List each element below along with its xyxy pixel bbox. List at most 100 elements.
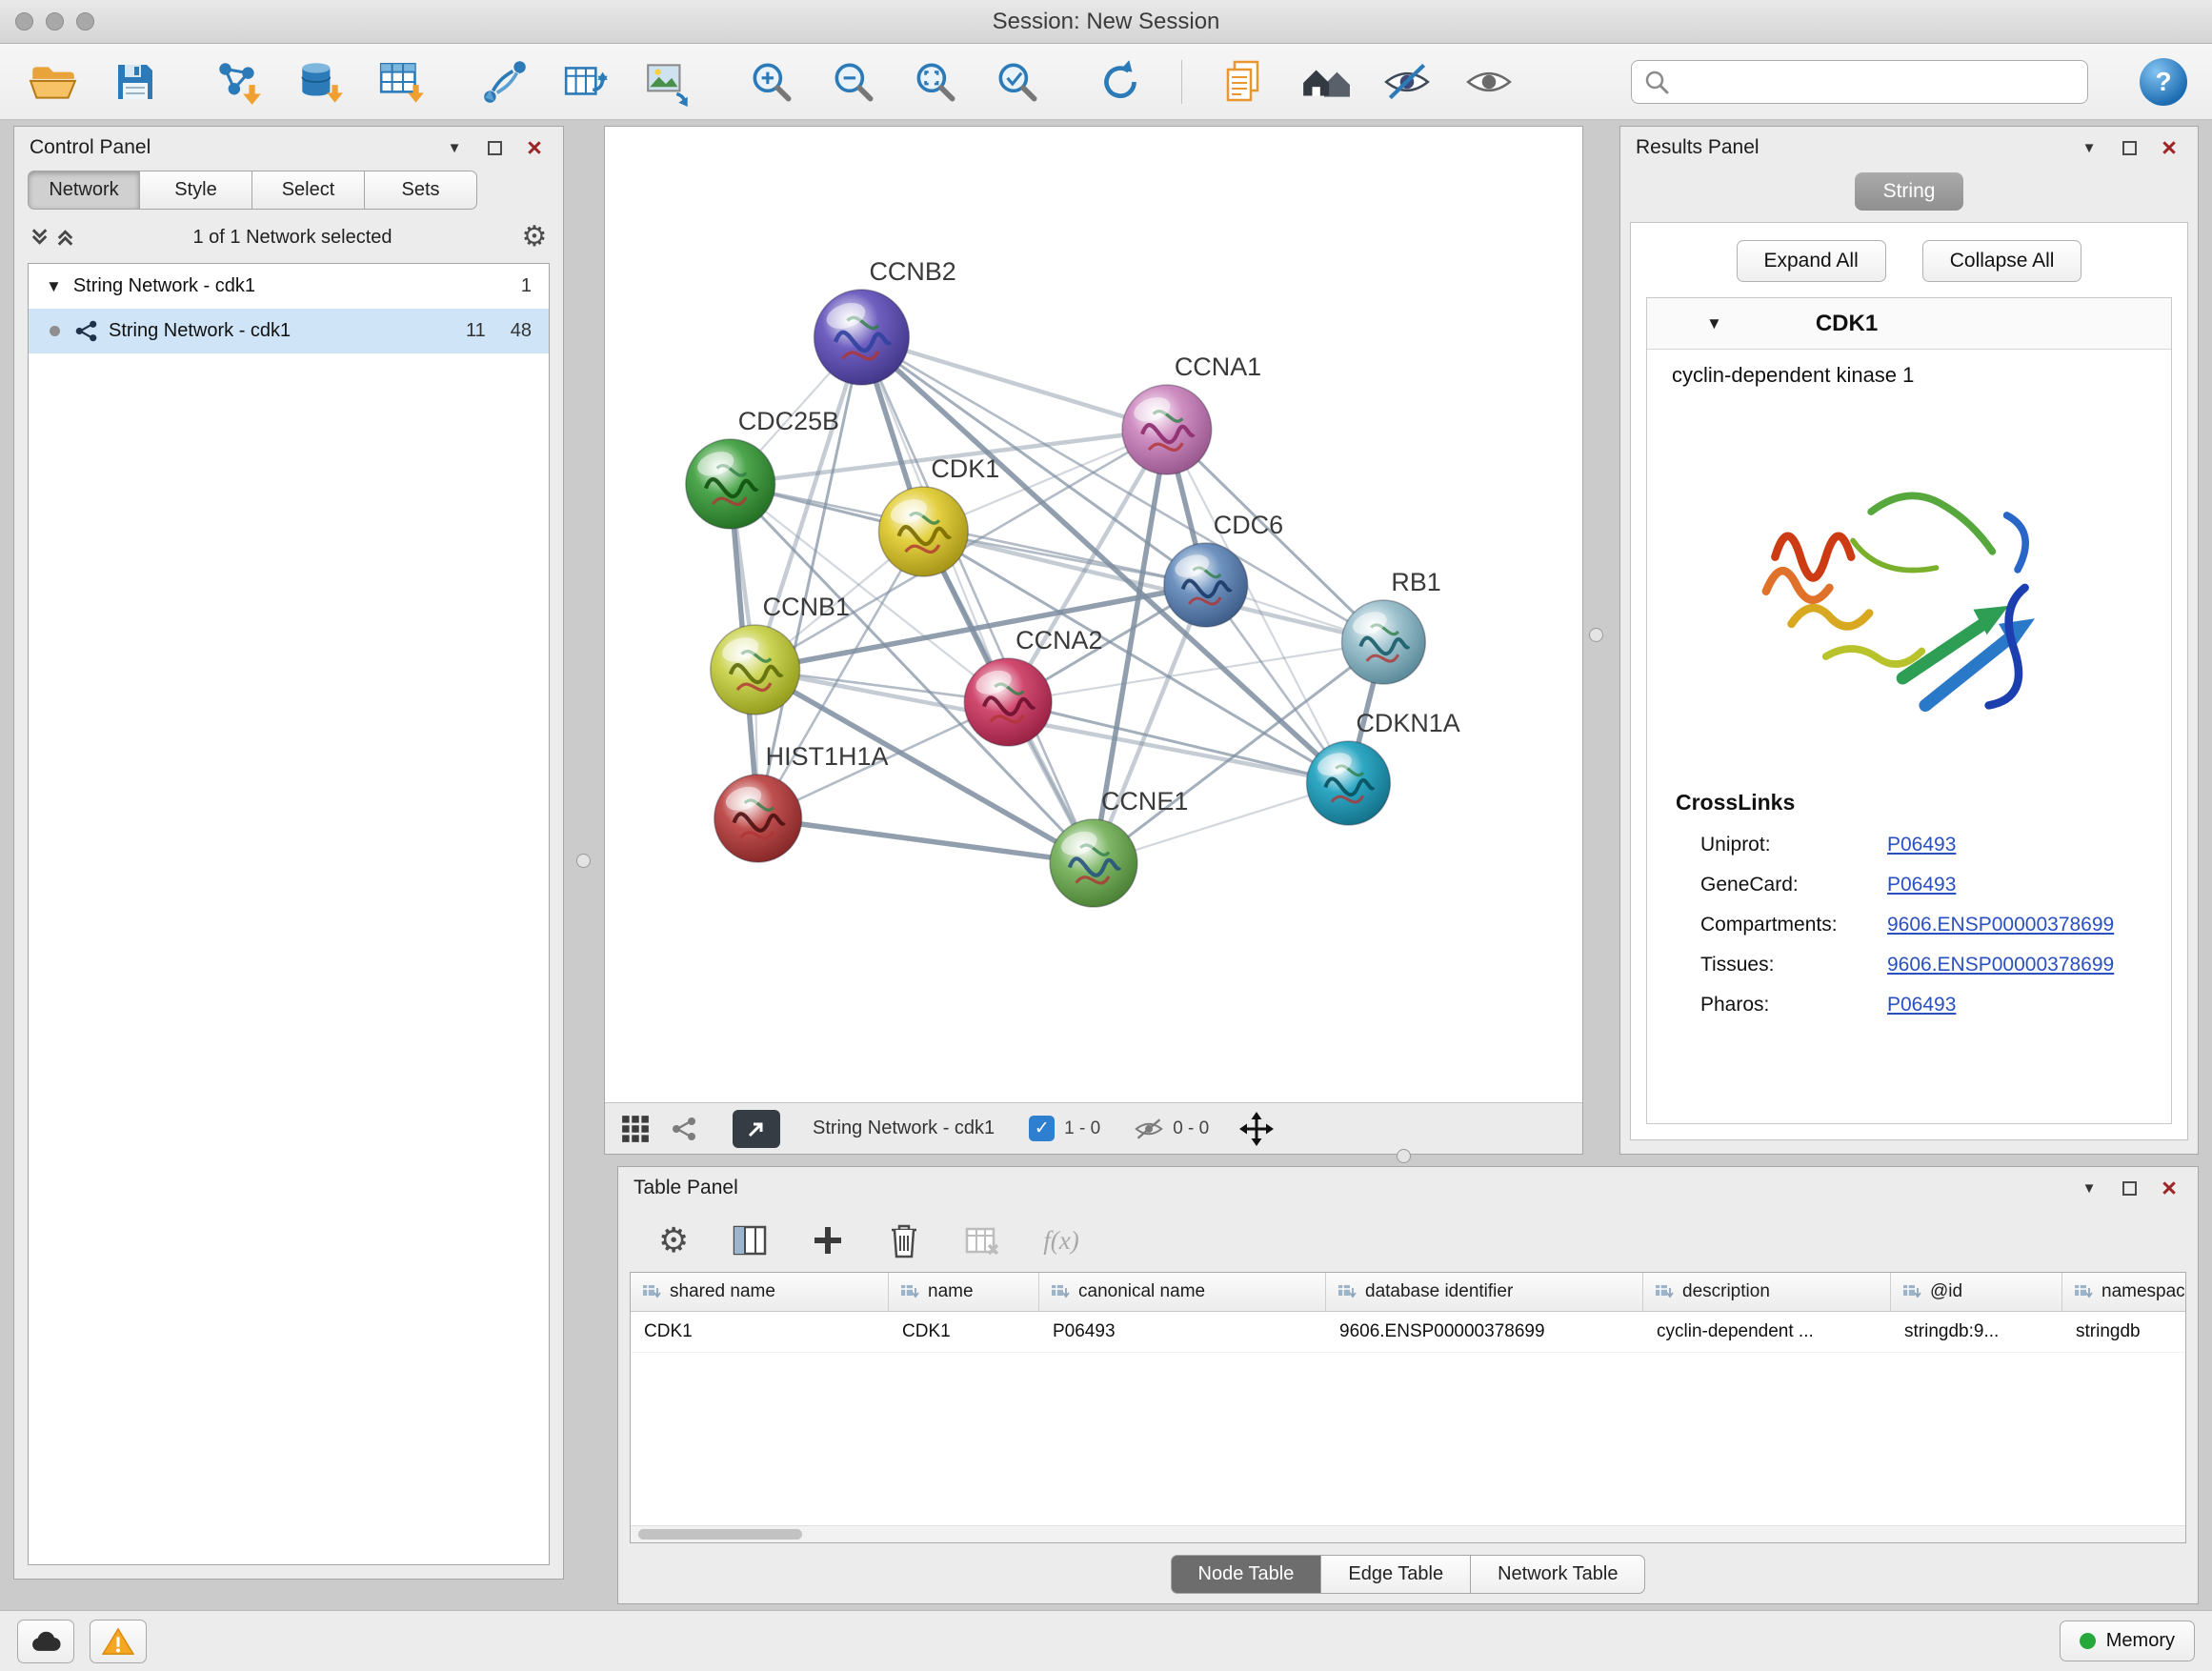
export-image-button[interactable] xyxy=(640,53,697,111)
crosslink-link[interactable]: 9606.ENSP00000378699 xyxy=(1887,914,2114,936)
float-window-icon xyxy=(2122,1181,2137,1196)
function-builder-button[interactable]: f(x) xyxy=(1043,1226,1078,1256)
warnings-button[interactable] xyxy=(90,1620,147,1663)
delete-column-button[interactable] xyxy=(887,1221,921,1259)
tab-network[interactable]: Network xyxy=(28,171,140,210)
close-window-button[interactable] xyxy=(15,12,33,30)
search-input[interactable] xyxy=(1631,60,2088,104)
home-button[interactable] xyxy=(1297,53,1354,111)
node-CDC25B[interactable]: CDC25B xyxy=(686,407,839,529)
first-neighbors-button[interactable] xyxy=(476,53,533,111)
tab-edge-table[interactable]: Edge Table xyxy=(1321,1555,1471,1594)
open-in-window-button[interactable] xyxy=(733,1110,780,1148)
sort-column-icon xyxy=(2074,1282,2093,1301)
tab-sets[interactable]: Sets xyxy=(365,171,477,210)
tab-select[interactable]: Select xyxy=(252,171,365,210)
zoom-fit-button[interactable] xyxy=(907,53,964,111)
panel-resize-handle[interactable] xyxy=(1589,628,1603,642)
horizontal-scrollbar[interactable] xyxy=(631,1525,2185,1542)
refresh-view-button[interactable] xyxy=(1092,53,1149,111)
help-button[interactable]: ? xyxy=(2140,58,2187,106)
collapse-panel-button[interactable]: ▼ xyxy=(441,134,468,161)
crosslink-link[interactable]: P06493 xyxy=(1887,994,1956,1017)
window-controls xyxy=(0,12,94,30)
network-collection-row[interactable]: ▼ String Network - cdk1 1 xyxy=(29,264,549,309)
node-CDK1[interactable]: CDK1 xyxy=(878,454,999,576)
save-session-button[interactable] xyxy=(107,53,164,111)
hide-selected-button[interactable] xyxy=(1378,53,1436,111)
table-row[interactable]: CDK1CDK1P064939606.ENSP00000378699cyclin… xyxy=(631,1312,2186,1353)
zoom-in-button[interactable] xyxy=(743,53,800,111)
node-CDKN1A[interactable]: CDKN1A xyxy=(1307,709,1460,825)
panel-resize-handle[interactable] xyxy=(576,854,591,868)
collapse-all-button[interactable]: Collapse All xyxy=(1922,240,2082,282)
import-network-file-button[interactable] xyxy=(210,53,267,111)
column-header-database-identifier[interactable]: database identifier xyxy=(1326,1273,1643,1311)
crosslink-row: Compartments:9606.ENSP00000378699 xyxy=(1647,905,2171,945)
scrollbar-thumb[interactable] xyxy=(638,1529,802,1540)
float-results-button[interactable] xyxy=(2116,134,2142,161)
zoom-out-button[interactable] xyxy=(825,53,882,111)
expand-collapse-tree-icon[interactable] xyxy=(30,224,77,251)
panel-resize-handle[interactable] xyxy=(1397,1149,1411,1163)
edge-HIST1H1A-CCNE1[interactable] xyxy=(758,818,1094,863)
open-session-button[interactable] xyxy=(25,53,82,111)
tab-network-table[interactable]: Network Table xyxy=(1471,1555,1645,1594)
minimize-window-button[interactable] xyxy=(46,12,64,30)
close-table-button[interactable]: × xyxy=(2156,1175,2182,1201)
collapse-results-button[interactable]: ▼ xyxy=(2076,134,2102,161)
node-CDC6[interactable]: CDC6 xyxy=(1164,511,1283,627)
expand-all-button[interactable]: Expand All xyxy=(1737,240,1886,282)
column-header-canonical-name[interactable]: canonical name xyxy=(1039,1273,1326,1311)
collapse-table-button[interactable]: ▼ xyxy=(2076,1175,2102,1201)
create-column-button[interactable] xyxy=(811,1223,845,1258)
edge-CCNB2-CCNE1[interactable] xyxy=(861,337,1094,863)
column-header-namespace[interactable]: namespace xyxy=(2062,1273,2186,1311)
memory-button[interactable]: Memory xyxy=(2060,1621,2195,1661)
column-header--id[interactable]: @id xyxy=(1891,1273,2062,1311)
crosslink-link[interactable]: P06493 xyxy=(1887,874,1956,896)
tab-style[interactable]: Style xyxy=(140,171,252,210)
node-RB1[interactable]: RB1 xyxy=(1341,568,1440,684)
cloud-status-button[interactable] xyxy=(17,1620,74,1663)
zoom-selected-button[interactable] xyxy=(989,53,1046,111)
node-CCNB2[interactable]: CCNB2 xyxy=(814,257,956,385)
tab-node-table[interactable]: Node Table xyxy=(1171,1555,1322,1594)
crosslink-link[interactable]: 9606.ENSP00000378699 xyxy=(1887,954,2114,976)
network-row-selected[interactable]: String Network - cdk1 11 48 xyxy=(29,309,549,353)
column-header-shared-name[interactable]: shared name xyxy=(631,1273,889,1311)
export-network-button[interactable] xyxy=(558,53,615,111)
import-table-button[interactable] xyxy=(373,53,431,111)
disclosure-triangle-icon[interactable]: ▼ xyxy=(46,278,62,294)
show-columns-button[interactable] xyxy=(731,1221,769,1259)
show-all-button[interactable] xyxy=(1460,53,1518,111)
float-panel-button[interactable] xyxy=(481,134,508,161)
close-results-button[interactable]: × xyxy=(2156,134,2182,161)
tab-string[interactable]: String xyxy=(1855,172,1964,211)
node-CCNE1[interactable]: CCNE1 xyxy=(1050,787,1188,907)
close-panel-button[interactable]: × xyxy=(521,134,548,161)
node-HIST1H1A[interactable]: HIST1H1A xyxy=(714,742,889,862)
control-panel-header: Control Panel ▼ × xyxy=(14,127,563,169)
cell-database-identifier: 9606.ENSP00000378699 xyxy=(1326,1312,1643,1352)
node-CCNA1[interactable]: CCNA1 xyxy=(1122,352,1261,474)
delete-table-button[interactable] xyxy=(963,1221,1001,1259)
network-overview-button[interactable] xyxy=(670,1115,698,1143)
pan-tool-button[interactable] xyxy=(1239,1112,1274,1146)
copy-document-button[interactable] xyxy=(1215,53,1272,111)
gene-header-row[interactable]: ▼ CDK1 xyxy=(1647,298,2171,350)
grid-view-button[interactable] xyxy=(620,1114,651,1144)
eye-icon xyxy=(1463,56,1515,108)
disclosure-triangle-icon[interactable]: ▼ xyxy=(1706,315,1722,332)
trash-icon xyxy=(887,1221,921,1259)
network-canvas[interactable]: CCNB2CCNA1CDC25BCDK1CDC6RB1CCNB1CCNA2CDK… xyxy=(605,127,1582,1102)
float-table-button[interactable] xyxy=(2116,1175,2142,1201)
crosslink-link[interactable]: P06493 xyxy=(1887,834,1956,856)
zoom-window-button[interactable] xyxy=(76,12,94,30)
column-header-description[interactable]: description xyxy=(1643,1273,1891,1311)
import-network-database-button[interactable] xyxy=(292,53,349,111)
table-options-button[interactable]: ⚙ xyxy=(658,1223,689,1258)
column-header-name[interactable]: name xyxy=(889,1273,1039,1311)
network-options-button[interactable]: ⚙ xyxy=(521,224,548,251)
network-name-label: String Network - cdk1 xyxy=(813,1117,995,1139)
